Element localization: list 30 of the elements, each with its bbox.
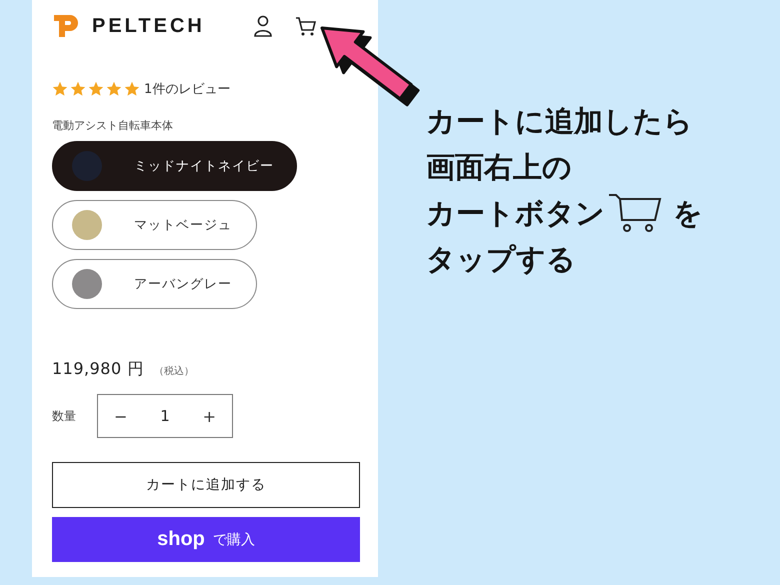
cart-icon — [607, 192, 663, 234]
cart-icon[interactable] — [294, 15, 317, 37]
shop-logo: shop — [157, 528, 205, 551]
decrease-button[interactable]: − — [110, 404, 132, 428]
tax-note: （税込） — [154, 364, 194, 378]
instruction-line: カートに追加したら — [426, 103, 693, 140]
account-icon[interactable] — [252, 15, 273, 37]
instruction-line: カートボタン — [426, 195, 605, 232]
brand-name: PELTECH — [92, 14, 205, 38]
instruction-line: を — [673, 195, 703, 232]
star-icon — [106, 81, 122, 97]
star-icon — [124, 81, 140, 97]
star-icon — [88, 81, 104, 97]
star-icon — [70, 81, 86, 97]
variant-label: 電動アシスト自転車本体 — [52, 118, 174, 133]
quantity-value[interactable]: 1 — [160, 407, 170, 425]
logo-icon — [52, 13, 80, 39]
color-option[interactable]: アーバングレー — [52, 259, 257, 309]
shop-pay-button[interactable]: shop で購入 — [52, 517, 360, 562]
color-option[interactable]: マットベージュ — [52, 200, 257, 250]
star-icon — [52, 81, 68, 97]
instruction-line: 画面右上の — [426, 149, 572, 186]
shop-pay-label: で購入 — [212, 530, 255, 548]
quantity-label: 数量 — [52, 408, 77, 424]
add-to-cart-button[interactable]: カートに追加する — [52, 462, 360, 508]
color-option[interactable]: ミッドナイトネイビー — [52, 141, 297, 191]
review-count[interactable]: 1件のレビュー — [144, 80, 230, 98]
instruction-line: タップする — [426, 241, 576, 278]
price: 119,980 円 — [52, 359, 144, 380]
increase-button[interactable]: + — [198, 404, 220, 428]
